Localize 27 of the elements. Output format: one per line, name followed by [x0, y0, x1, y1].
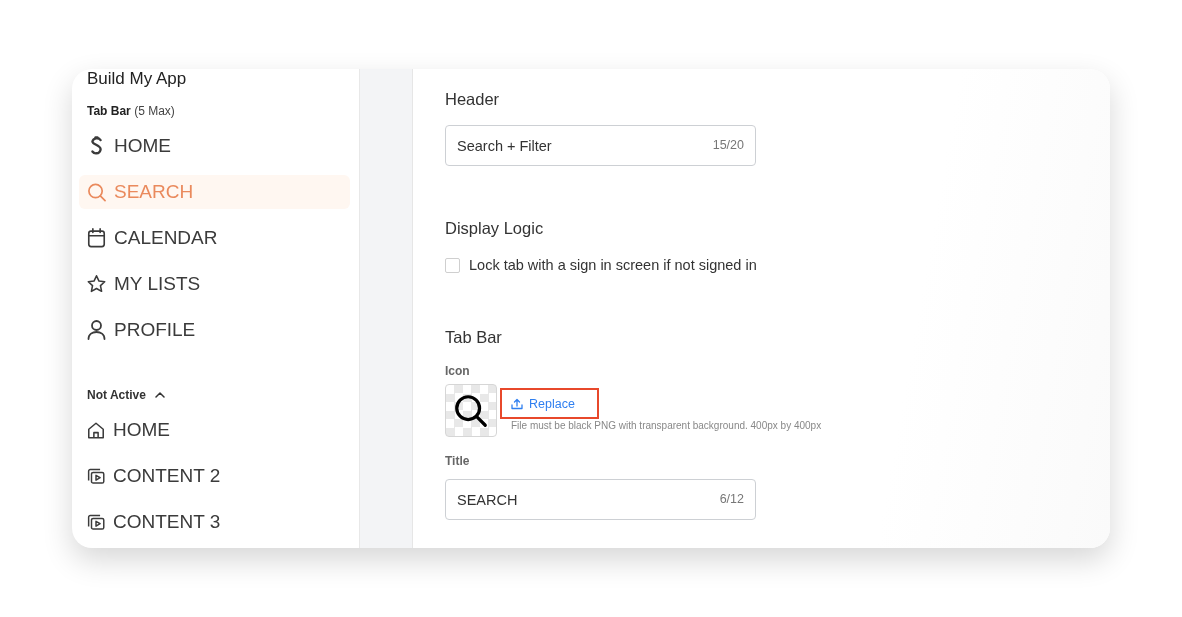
char-counter: 15/20 — [712, 138, 744, 153]
calendar-icon — [87, 228, 106, 248]
section-label: Tab Bar (5 Max) — [87, 103, 175, 119]
app-title: Build My App — [87, 69, 187, 89]
person-icon — [87, 320, 106, 340]
house-icon — [87, 421, 105, 439]
tab-bar-item[interactable]: HOME — [79, 129, 350, 163]
field-label: Icon — [445, 363, 470, 379]
section-heading: Header — [445, 89, 500, 109]
char-counter: 6/12 — [719, 492, 744, 507]
section-heading: Tab Bar — [445, 327, 502, 347]
section-toggle[interactable]: Not Active — [87, 387, 165, 403]
tab-bar-item[interactable]: PROFILE — [79, 313, 350, 347]
replace-button[interactable]: Replace — [511, 396, 575, 411]
magnifier-icon — [445, 384, 497, 437]
tab-bar-item[interactable]: MY LISTS — [79, 267, 350, 301]
section-heading: Display Logic — [445, 218, 544, 238]
star-icon — [87, 274, 106, 294]
field-label: Title — [445, 453, 470, 469]
checkbox-label: Lock tab with a sign in screen if not signed in — [469, 257, 757, 273]
media-icon — [87, 513, 105, 531]
hint-text: File must be black PNG with transparent background. 400px by 400px — [511, 420, 822, 431]
tab-bar-item[interactable]: CALENDAR — [79, 221, 350, 255]
search-icon — [87, 182, 106, 202]
upload-icon — [511, 397, 523, 410]
checkbox[interactable] — [445, 257, 460, 273]
media-icon — [87, 467, 105, 485]
